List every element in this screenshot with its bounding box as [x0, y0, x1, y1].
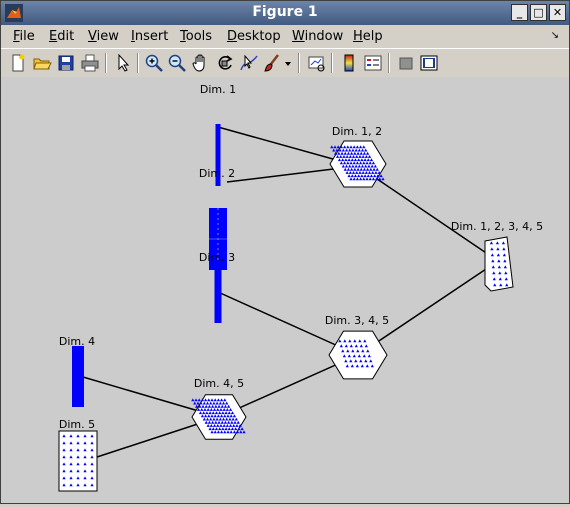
pan-hand-icon[interactable] [191, 53, 211, 73]
hexagon-glyph [328, 330, 388, 380]
save-icon[interactable] [56, 53, 76, 73]
graph-point [196, 401, 200, 405]
node-label: Dim. 1 [200, 83, 236, 96]
show-plot-tools-icon[interactable] [419, 53, 439, 73]
maximize-button[interactable]: □ [530, 4, 547, 21]
minimize-button[interactable]: _ [511, 4, 528, 21]
graph-point [195, 404, 199, 408]
bar-glyph [72, 346, 84, 407]
menu-desktop[interactable]: Desktop [227, 29, 281, 44]
graph-point [239, 430, 243, 434]
graph-point [242, 430, 246, 434]
graph-point [333, 145, 337, 149]
window-title: Figure 1 [252, 4, 318, 20]
legend-icon[interactable] [363, 53, 383, 73]
node-label: Dim. 1, 2, 3, 4, 5 [451, 220, 543, 233]
menu-window[interactable]: Window [292, 29, 343, 44]
brush-icon[interactable] [262, 53, 282, 73]
node-label: Dim. 5 [59, 418, 95, 431]
graph-edges [82, 126, 499, 458]
bar-glyph [214, 261, 222, 323]
menu-tools[interactable]: Tools [180, 29, 212, 44]
graph-node-dim45[interactable]: Dim. 4, 5 [191, 377, 247, 440]
graph-node-dim345[interactable]: Dim. 3, 4, 5 [325, 314, 389, 380]
graph-point [332, 148, 336, 152]
graph-point [193, 401, 197, 405]
hide-plot-tools-icon[interactable] [396, 53, 416, 73]
graph-plot[interactable]: Dim. 1 Dim. 2 Dim. 3 Dim. 4 Dim. 5 Dim. 1, 2 D… [1, 77, 569, 503]
node-label: Dim. 3 [199, 251, 235, 264]
open-file-icon[interactable] [32, 53, 52, 73]
close-button[interactable]: ✕ [549, 4, 566, 21]
print-icon[interactable] [80, 53, 100, 73]
node-label: Dim. 3, 4, 5 [325, 314, 389, 327]
toolbar-separator [388, 53, 390, 73]
edit-plot-arrow-icon[interactable] [113, 53, 133, 73]
graph-point [197, 398, 201, 402]
menu-file[interactable]: File [13, 29, 35, 44]
toolbar-separator [137, 53, 139, 73]
menu-view[interactable]: View [88, 29, 119, 44]
new-figure-icon[interactable] [8, 53, 28, 73]
graph-point [381, 177, 385, 181]
menu-edit[interactable]: Edit [49, 29, 74, 44]
title-bar[interactable]: Figure 1 _ □ ✕ [1, 1, 569, 25]
slab-glyph [484, 236, 514, 292]
graph-point [194, 398, 198, 402]
figure-toolbar [1, 48, 569, 78]
node-label: Dim. 2 [199, 167, 235, 180]
graph-point [240, 427, 244, 431]
node-label: Dim. 1, 2 [332, 125, 382, 138]
graph-node-dim4[interactable]: Dim. 4 [59, 335, 95, 407]
graph-point [378, 177, 382, 181]
menu-help[interactable]: Help [353, 29, 383, 44]
graph-nodes: Dim. 1 Dim. 2 Dim. 3 Dim. 4 Dim. 5 Dim. 1, 2 D… [58, 83, 543, 492]
graph-node-dim12[interactable]: Dim. 1, 2 [329, 125, 387, 188]
graph-point [336, 145, 340, 149]
figure-canvas[interactable]: Dim. 1 Dim. 2 Dim. 3 Dim. 4 Dim. 5 Dim. 1, 2 D… [1, 77, 569, 503]
brush-dropdown-icon[interactable] [283, 53, 293, 73]
menu-insert[interactable]: Insert [131, 29, 168, 44]
colorbar-icon[interactable] [339, 53, 359, 73]
graph-point [330, 145, 334, 149]
toolbar-separator [331, 53, 333, 73]
graph-node-dim5[interactable]: Dim. 5 [58, 418, 98, 492]
rotate-3d-icon[interactable] [215, 53, 235, 73]
node-label: Dim. 4, 5 [194, 377, 244, 390]
graph-point [191, 398, 195, 402]
menu-bar: File Edit View Insert Tools Desktop Wind… [1, 25, 569, 47]
toolbar-separator [105, 53, 107, 73]
toolbar-separator [298, 53, 300, 73]
graph-node-dim12345[interactable]: Dim. 1, 2, 3, 4, 5 [451, 220, 543, 292]
data-cursor-icon[interactable] [239, 53, 259, 73]
box-glyph [58, 430, 98, 492]
graph-node-dim3[interactable]: Dim. 3 [199, 251, 235, 323]
node-label: Dim. 4 [59, 335, 95, 348]
zoom-in-icon[interactable] [144, 53, 164, 73]
dock-arrow-icon[interactable]: ↘ [551, 30, 559, 41]
zoom-out-icon[interactable] [167, 53, 187, 73]
link-plot-icon[interactable] [306, 53, 326, 73]
figure-window: Figure 1 _ □ ✕ File Edit View Insert Too… [0, 0, 570, 504]
